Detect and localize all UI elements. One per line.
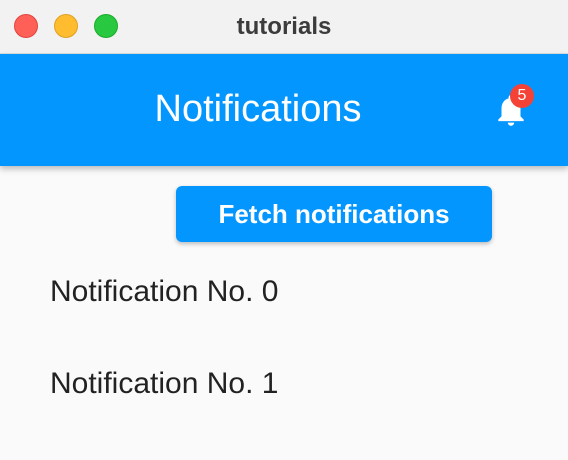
notifications-button[interactable]: 5 [490, 84, 534, 134]
window-title: tutorials [236, 13, 332, 40]
app-window: tutorials Notifications 5 Fetch notifica… [0, 0, 568, 460]
notification-list: Notification No. 0 Notification No. 1 [0, 246, 568, 430]
notification-count-badge: 5 [510, 84, 534, 108]
page-title: Notifications [154, 88, 362, 130]
window-titlebar: tutorials [0, 0, 568, 54]
fetch-notifications-button[interactable]: Fetch notifications [176, 186, 492, 242]
list-item[interactable]: Notification No. 0 [0, 246, 568, 338]
list-item[interactable]: Notification No. 1 [0, 338, 568, 430]
app-bar: Notifications 5 [0, 54, 568, 166]
